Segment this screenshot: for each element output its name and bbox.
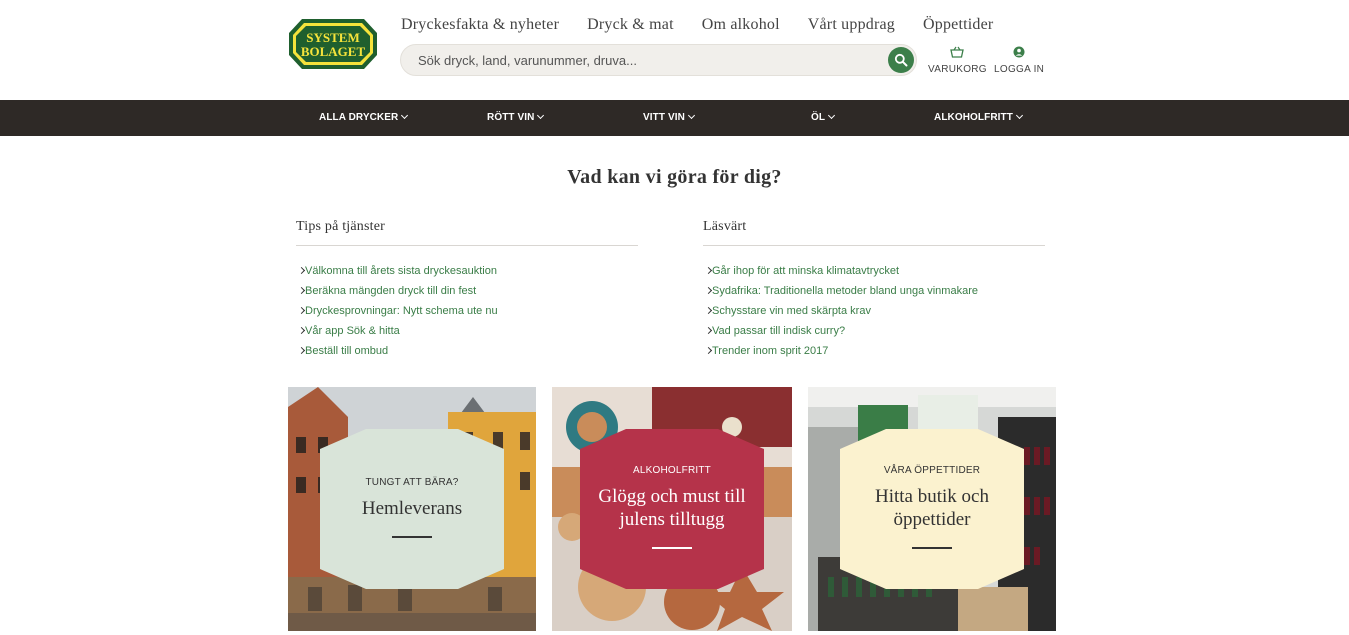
- divider: [912, 547, 952, 549]
- card-glogg[interactable]: ALKOHOLFRITT Glögg och must till julens …: [552, 387, 792, 631]
- search-button[interactable]: [888, 47, 914, 73]
- user-icon: [1013, 46, 1025, 58]
- category-label: ALLA DRYCKER: [319, 112, 399, 123]
- topnav-oppettider[interactable]: Öppettider: [923, 16, 993, 34]
- reading-link[interactable]: Sydafrika: Traditionella metoder bland u…: [703, 285, 1045, 305]
- systembolaget-logo[interactable]: SYSTEM BOLAGET: [288, 18, 378, 70]
- tips-heading: Tips på tjänster: [296, 219, 638, 246]
- logo-line2: BOLAGET: [301, 44, 366, 59]
- reading-heading: Läsvärt: [703, 219, 1045, 246]
- category-bar: ALLA DRYCKER RÖTT VIN VITT VIN ÖL ALKOHO…: [0, 100, 1349, 136]
- promo-badge: ALKOHOLFRITT Glögg och must till julens …: [580, 429, 764, 589]
- reading-link[interactable]: Vad passar till indisk curry?: [703, 325, 1045, 345]
- category-ol[interactable]: ÖL: [811, 100, 836, 136]
- card-hemleverans[interactable]: TUNGT ATT BÄRA? Hemleverans: [288, 387, 536, 631]
- tips-link[interactable]: Välkomna till årets sista dryckesauktion: [296, 265, 638, 285]
- reading-section: Läsvärt Går ihop för att minska klimatav…: [703, 219, 1045, 365]
- chevron-down-icon: [401, 111, 409, 120]
- promo-badge: TUNGT ATT BÄRA? Hemleverans: [320, 429, 504, 589]
- card-headline: Hemleverans: [361, 498, 463, 519]
- tips-link[interactable]: Vår app Sök & hitta: [296, 325, 638, 345]
- logo-line1: SYSTEM: [306, 30, 359, 45]
- category-label: RÖTT VIN: [487, 112, 535, 123]
- cart-label: VARUKORG: [928, 64, 987, 75]
- card-headline: Glögg och must till julens tilltugg: [598, 486, 746, 530]
- tips-list: Välkomna till årets sista dryckesauktion…: [296, 265, 638, 365]
- chevron-down-icon: [828, 111, 836, 120]
- category-alkoholfritt[interactable]: ALKOHOLFRITT: [934, 100, 1024, 136]
- badge-text: TUNGT ATT BÄRA? Hemleverans: [320, 477, 504, 538]
- card-kicker: VÅRA ÖPPETTIDER: [883, 465, 981, 476]
- category-label: ÖL: [811, 112, 826, 123]
- badge-text: VÅRA ÖPPETTIDER Hitta butik och öppettid…: [840, 465, 1024, 549]
- badge-text: ALKOHOLFRITT Glögg och must till julens …: [580, 465, 764, 549]
- topnav-vart-uppdrag[interactable]: Vårt uppdrag: [808, 16, 895, 34]
- card-oppettider[interactable]: VÅRA ÖPPETTIDER Hitta butik och öppettid…: [808, 387, 1056, 631]
- divider: [652, 547, 692, 549]
- login-link[interactable]: LOGGA IN: [994, 46, 1044, 75]
- category-vitt-vin[interactable]: VITT VIN: [643, 100, 695, 136]
- topnav-dryck-mat[interactable]: Dryck & mat: [587, 16, 674, 34]
- card-kicker: TUNGT ATT BÄRA?: [365, 477, 459, 488]
- category-label: ALKOHOLFRITT: [934, 112, 1013, 123]
- site-header: SYSTEM BOLAGET Dryckesfakta & nyheter Dr…: [0, 0, 1349, 100]
- top-navigation: Dryckesfakta & nyheter Dryck & mat Om al…: [401, 16, 1021, 34]
- card-headline: Hitta butik och öppettider: [875, 486, 989, 530]
- page-title: Vad kan vi göra för dig?: [567, 166, 782, 188]
- search-icon: [894, 53, 908, 67]
- basket-icon: [950, 46, 965, 58]
- reading-link[interactable]: Schysstare vin med skärpta krav: [703, 305, 1045, 325]
- chevron-down-icon: [687, 111, 695, 120]
- tips-section: Tips på tjänster Välkomna till årets sis…: [296, 219, 638, 365]
- topnav-om-alkohol[interactable]: Om alkohol: [702, 16, 780, 34]
- promo-badge: VÅRA ÖPPETTIDER Hitta butik och öppettid…: [840, 429, 1024, 589]
- cart-link[interactable]: VARUKORG: [928, 46, 987, 75]
- category-alla-drycker[interactable]: ALLA DRYCKER: [319, 100, 409, 136]
- reading-link[interactable]: Går ihop för att minska klimatavtrycket: [703, 265, 1045, 285]
- card-kicker: ALKOHOLFRITT: [633, 465, 711, 476]
- category-label: VITT VIN: [643, 112, 685, 123]
- tips-link[interactable]: Beställ till ombud: [296, 345, 638, 365]
- reading-list: Går ihop för att minska klimatavtrycket …: [703, 265, 1045, 365]
- divider: [392, 536, 432, 538]
- category-rott-vin[interactable]: RÖTT VIN: [487, 100, 545, 136]
- tips-link[interactable]: Beräkna mängden dryck till din fest: [296, 285, 638, 305]
- chevron-down-icon: [1015, 111, 1024, 120]
- tips-link[interactable]: Dryckesprovningar: Nytt schema ute nu: [296, 305, 638, 325]
- search-bar: [400, 44, 917, 76]
- chevron-down-icon: [537, 111, 545, 120]
- login-label: LOGGA IN: [994, 64, 1045, 75]
- search-input[interactable]: [418, 45, 878, 75]
- topnav-dryckesfakta[interactable]: Dryckesfakta & nyheter: [401, 16, 559, 34]
- reading-link[interactable]: Trender inom sprit 2017: [703, 345, 1045, 365]
